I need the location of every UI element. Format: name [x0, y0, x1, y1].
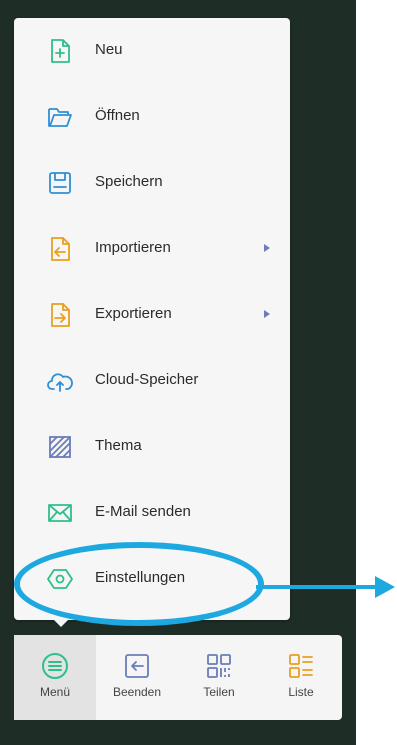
list-button[interactable]: Liste — [260, 635, 342, 720]
bottom-toolbar: Menü Beenden Teilen Liste — [14, 635, 342, 720]
annotation-arrow-line — [256, 585, 378, 589]
qr-code-icon — [204, 651, 234, 681]
menu-item-import[interactable]: Importieren — [14, 216, 290, 282]
share-button-label: Teilen — [203, 685, 235, 699]
menu-button[interactable]: Menü — [14, 635, 96, 720]
submenu-arrow-icon — [264, 310, 270, 318]
exit-button-label: Beenden — [112, 685, 162, 699]
save-icon — [47, 170, 73, 196]
menu-item-new[interactable]: Neu — [14, 18, 290, 84]
menu-item-cloud[interactable]: Cloud-Speicher — [14, 348, 290, 414]
menu-item-settings[interactable]: Einstellungen — [14, 546, 290, 612]
new-file-icon — [47, 38, 73, 64]
menu-item-label: Importieren — [95, 239, 171, 256]
menu-item-export[interactable]: Exportieren — [14, 282, 290, 348]
menu-item-label: Einstellungen — [95, 569, 186, 586]
mail-icon — [47, 500, 73, 526]
menu-item-save[interactable]: Speichern — [14, 150, 290, 216]
menu-item-email[interactable]: E-Mail senden — [14, 480, 290, 546]
import-icon — [47, 236, 73, 262]
list-button-label: Liste — [288, 685, 314, 699]
menu-item-label: Öffnen — [95, 107, 140, 124]
list-icon — [286, 651, 316, 681]
menu-item-open[interactable]: Öffnen — [14, 84, 290, 150]
menu-item-label: E-Mail senden — [95, 503, 191, 520]
cloud-upload-icon — [47, 368, 73, 394]
export-icon — [47, 302, 73, 328]
menu-item-label: Neu — [95, 41, 123, 58]
settings-hexagon-icon — [47, 566, 73, 592]
share-button[interactable]: Teilen — [178, 635, 260, 720]
theme-icon — [47, 434, 73, 460]
menu-item-label: Exportieren — [95, 305, 172, 322]
menu-button-label: Menü — [39, 685, 71, 699]
menu-item-label: Thema — [95, 437, 142, 454]
menu-lines-icon — [40, 651, 70, 681]
menu-item-label: Speichern — [95, 173, 163, 190]
menu-pointer-caret — [52, 618, 70, 627]
menu-item-theme[interactable]: Thema — [14, 414, 290, 480]
annotation-arrow-head-icon — [375, 576, 395, 598]
submenu-arrow-icon — [264, 244, 270, 252]
folder-open-icon — [47, 104, 73, 130]
menu-item-label: Cloud-Speicher — [95, 371, 199, 388]
exit-icon — [122, 651, 152, 681]
main-menu-panel: Neu Öffnen Speichern Importieren Exporti… — [14, 18, 290, 620]
exit-button[interactable]: Beenden — [96, 635, 178, 720]
